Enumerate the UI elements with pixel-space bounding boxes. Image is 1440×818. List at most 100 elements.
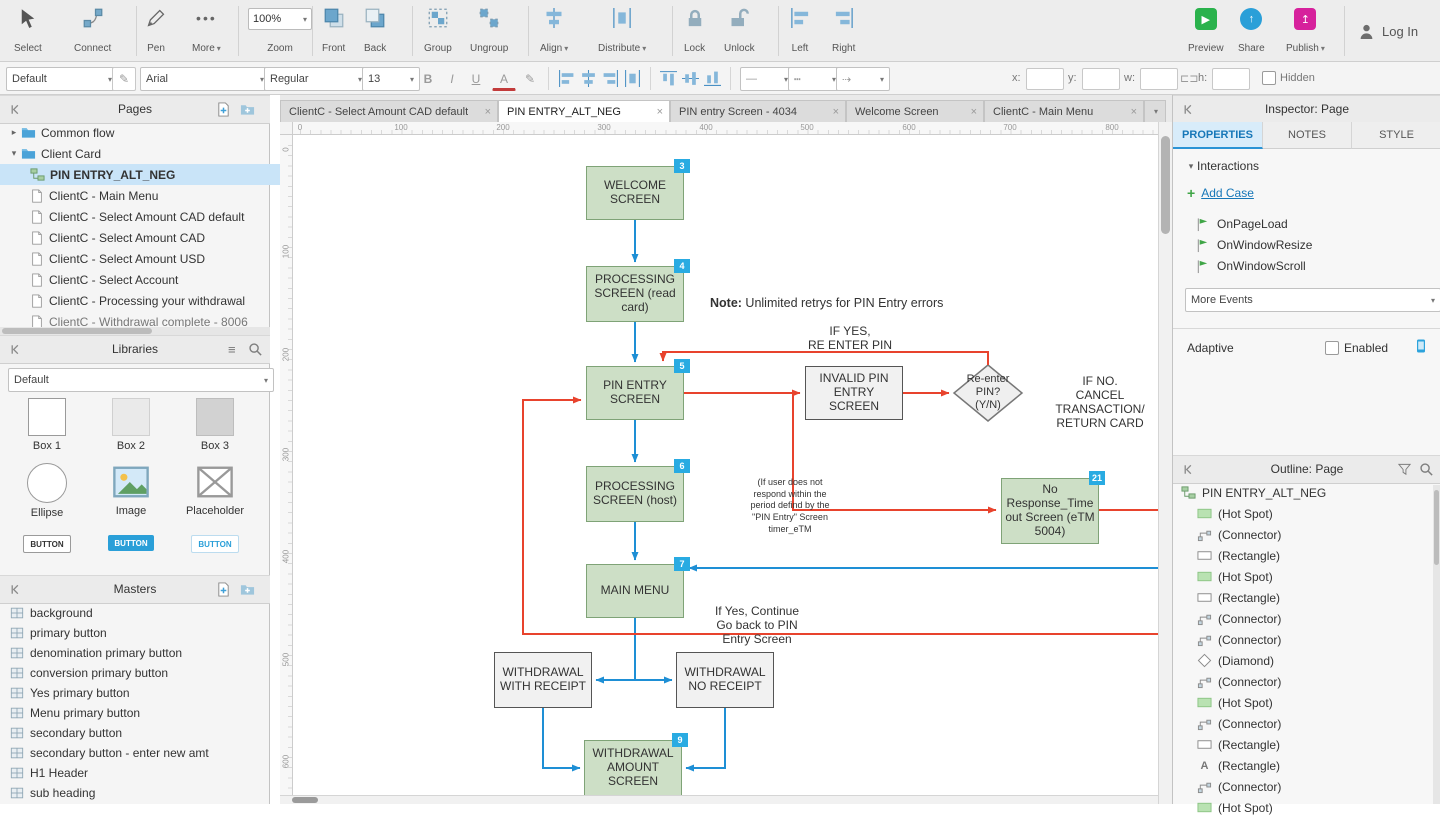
library-item-button-link[interactable]: BUTTON bbox=[176, 535, 254, 553]
tab-style[interactable]: STYLE bbox=[1352, 122, 1440, 149]
pen-tool-button[interactable]: Pen bbox=[146, 8, 166, 54]
add-case-button[interactable]: + Add Case bbox=[1187, 185, 1254, 201]
outline-item[interactable]: (Hot Spot) bbox=[1173, 797, 1440, 818]
flow-node-withdrawal-with-receipt[interactable]: WITHDRAWAL WITH RECEIPT bbox=[494, 652, 592, 708]
outline-item[interactable]: (Rectangle) bbox=[1173, 545, 1440, 566]
adaptive-views-icon[interactable] bbox=[1413, 338, 1429, 354]
align-text-left-icon[interactable] bbox=[558, 70, 575, 87]
flow-node-pin-entry-screen[interactable]: PIN ENTRY SCREEN 5 bbox=[586, 359, 690, 420]
more-events-select[interactable]: More Events ▾ bbox=[1185, 288, 1440, 312]
align-top-icon[interactable] bbox=[660, 70, 677, 87]
outline-item-page[interactable]: PIN ENTRY_ALT_NEG bbox=[1173, 482, 1440, 503]
link-dimensions-icon[interactable]: ⊏⊐ bbox=[1180, 72, 1198, 85]
outline-item[interactable]: (Connector) bbox=[1173, 524, 1440, 545]
outline-item[interactable]: (Connector) bbox=[1173, 671, 1440, 692]
zoom-control[interactable]: 100% ▾ Zoom bbox=[248, 8, 312, 54]
search-icon[interactable] bbox=[248, 342, 263, 357]
tab-overflow-button[interactable]: ▾ bbox=[1144, 100, 1166, 122]
collapse-arrow-icon[interactable]: ▾ bbox=[8, 148, 20, 159]
flow-node-invalid-pin-entry-screen[interactable]: INVALID PIN ENTRY SCREEN bbox=[805, 366, 903, 420]
share-button[interactable]: ↑ Share bbox=[1238, 8, 1265, 54]
add-folder-icon[interactable] bbox=[240, 582, 255, 597]
tab-close-icon[interactable]: × bbox=[485, 106, 491, 118]
page-tree-item[interactable]: ClientC - Select Account bbox=[0, 269, 300, 290]
search-icon[interactable] bbox=[1419, 462, 1434, 477]
page-tree-item[interactable]: ClientC - Select Amount USD bbox=[0, 248, 300, 269]
border-width-select[interactable]: — ▾ bbox=[740, 67, 794, 91]
outline-item[interactable]: (Connector) bbox=[1173, 629, 1440, 650]
filter-funnel-icon[interactable] bbox=[1397, 462, 1412, 477]
tab-close-icon[interactable]: × bbox=[657, 106, 663, 118]
pages-horizontal-scrollbar[interactable] bbox=[0, 327, 270, 335]
outline-item[interactable]: A (Rectangle) bbox=[1173, 755, 1440, 776]
library-item-button-primary[interactable]: BUTTON bbox=[92, 535, 170, 551]
library-item-image[interactable]: Image bbox=[92, 463, 170, 517]
tab-close-icon[interactable]: × bbox=[971, 106, 977, 118]
font-weight-select[interactable]: Regular ▾ bbox=[264, 67, 368, 91]
publish-button[interactable]: ↥ Publish ▾ bbox=[1286, 8, 1325, 54]
document-tab[interactable]: Welcome Screen × bbox=[846, 100, 984, 122]
add-page-icon[interactable] bbox=[216, 102, 231, 117]
flow-node-welcome-screen[interactable]: WELCOME SCREEN 3 bbox=[586, 159, 690, 220]
align-left-button[interactable]: Left bbox=[790, 8, 810, 54]
font-size-select[interactable]: 13 ▾ bbox=[362, 67, 420, 91]
tab-notes[interactable]: NOTES bbox=[1263, 122, 1352, 149]
canvas-horizontal-scrollbar[interactable] bbox=[280, 795, 1158, 804]
underline-button[interactable]: U bbox=[464, 67, 488, 91]
bold-button[interactable]: B bbox=[416, 67, 440, 91]
library-item-box2[interactable]: Box 2 bbox=[92, 398, 170, 452]
outline-item[interactable]: (Rectangle) bbox=[1173, 587, 1440, 608]
page-folder-client-card[interactable]: ▾ Client Card bbox=[0, 143, 278, 164]
group-button[interactable]: Group bbox=[424, 8, 452, 54]
align-bottom-icon[interactable] bbox=[704, 70, 721, 87]
lock-button[interactable]: Lock bbox=[684, 8, 705, 54]
login-button[interactable]: Log In bbox=[1358, 0, 1418, 62]
document-tab[interactable]: ClientC - Main Menu × bbox=[984, 100, 1144, 122]
distribute-button[interactable]: Distribute ▾ bbox=[598, 8, 646, 54]
master-item[interactable]: Yes primary button bbox=[0, 683, 280, 703]
document-tab[interactable]: ClientC - Select Amount CAD default × bbox=[280, 100, 498, 122]
library-item-box1[interactable]: Box 1 bbox=[8, 398, 86, 452]
menu-icon[interactable]: ≡ bbox=[228, 342, 236, 357]
outline-item[interactable]: (Connector) bbox=[1173, 713, 1440, 734]
w-input[interactable] bbox=[1140, 68, 1178, 90]
align-middle-icon[interactable] bbox=[682, 70, 699, 87]
ungroup-button[interactable]: Ungroup bbox=[470, 8, 508, 54]
master-item[interactable]: sub heading bbox=[0, 783, 280, 803]
hidden-checkbox[interactable] bbox=[1262, 71, 1276, 85]
expand-arrow-icon[interactable]: ▸ bbox=[8, 127, 20, 138]
tab-close-icon[interactable]: × bbox=[833, 106, 839, 118]
flow-node-processing-read-card[interactable]: PROCESSING SCREEN (read card) 4 bbox=[586, 259, 690, 322]
align-text-justify-icon[interactable] bbox=[624, 70, 641, 87]
library-item-button-outline[interactable]: BUTTON bbox=[8, 535, 86, 553]
flow-node-no-response-timeout[interactable]: No Response_Time out Screen (eTM 5004) 2… bbox=[1001, 471, 1105, 544]
outline-item[interactable]: (Hot Spot) bbox=[1173, 692, 1440, 713]
align-text-right-icon[interactable] bbox=[602, 70, 619, 87]
page-folder-common-flow[interactable]: ▸ Common flow bbox=[0, 122, 278, 143]
highlight-color-button[interactable]: ✎ bbox=[518, 67, 542, 91]
line-style-select[interactable]: ┅ ▾ bbox=[788, 67, 842, 91]
scrollbar-thumb[interactable] bbox=[292, 797, 318, 803]
outline-item[interactable]: (Connector) bbox=[1173, 776, 1440, 797]
design-canvas[interactable]: 0 100 200 300 400 500 600 700 800 0 100 … bbox=[280, 122, 1158, 795]
library-item-ellipse[interactable]: Ellipse bbox=[8, 463, 86, 519]
master-item[interactable]: Menu primary button bbox=[0, 703, 280, 723]
add-master-icon[interactable] bbox=[216, 582, 231, 597]
align-right-button[interactable]: Right bbox=[832, 8, 855, 54]
page-tree-item-selected[interactable]: PIN ENTRY_ALT_NEG bbox=[0, 164, 300, 185]
master-item[interactable]: background bbox=[0, 603, 280, 623]
flow-node-withdrawal-amount-screen[interactable]: WITHDRAWAL AMOUNT SCREEN 9 bbox=[584, 733, 688, 795]
flow-node-withdrawal-no-receipt[interactable]: WITHDRAWAL NO RECEIPT bbox=[676, 652, 774, 708]
flow-node-main-menu[interactable]: MAIN MENU 7 bbox=[586, 557, 690, 618]
outline-item[interactable]: (Rectangle) bbox=[1173, 734, 1440, 755]
style-edit-button[interactable]: ✎ bbox=[112, 67, 136, 91]
tab-properties[interactable]: PROPERTIES bbox=[1173, 122, 1263, 149]
master-item[interactable]: H1 Header bbox=[0, 763, 280, 783]
page-tree-item[interactable]: ClientC - Select Amount CAD default bbox=[0, 206, 300, 227]
select-tool-button[interactable]: Select bbox=[14, 8, 42, 54]
outline-item[interactable]: (Connector) bbox=[1173, 608, 1440, 629]
document-tab[interactable]: PIN entry Screen - 4034 × bbox=[670, 100, 846, 122]
outline-item[interactable]: (Diamond) bbox=[1173, 650, 1440, 671]
library-item-placeholder[interactable]: Placeholder bbox=[176, 463, 254, 517]
canvas-vertical-scrollbar[interactable] bbox=[1158, 122, 1172, 804]
